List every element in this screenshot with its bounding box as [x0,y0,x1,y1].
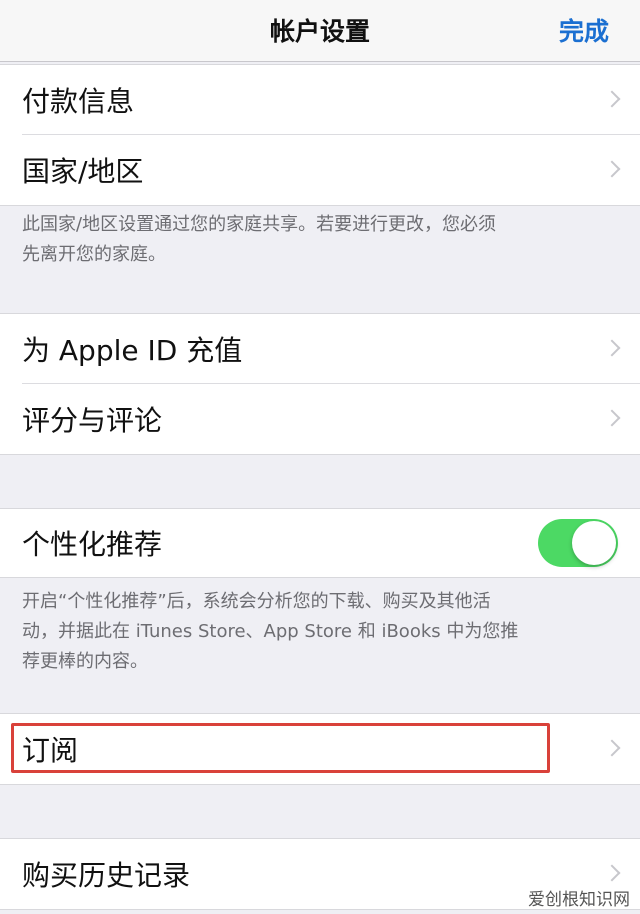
chevron-right-icon [603,90,621,108]
done-button[interactable]: 完成 [559,12,609,48]
chevron-right-icon [603,160,621,178]
toggle-knob [572,521,616,565]
divider [0,454,640,455]
payment-info-label: 付款信息 [22,85,135,118]
note-line: 荐更棒的内容。 [22,651,148,672]
chevron-right-icon [603,339,621,357]
chevron-right-icon [603,739,621,757]
personalized-recommendations-toggle[interactable] [538,519,618,567]
watermark: 爱创根知识网 [528,890,630,910]
apple-id-topup-row[interactable]: 为 Apple ID 充值 [0,314,640,384]
payment-info-row[interactable]: 付款信息 [0,65,640,135]
personalized-recommendations-row: 个性化推荐 [0,509,640,577]
chevron-right-icon [603,864,621,882]
note-line: 动，并据此在 iTunes Store、App Store 和 iBooks 中… [22,621,519,642]
ratings-reviews-row[interactable]: 评分与评论 [0,384,640,454]
page-title: 帐户设置 [269,17,370,46]
note-line: 此国家/地区设置通过您的家庭共享。若要进行更改，您必须 [22,214,497,235]
personalized-note: 开启“个性化推荐”后，系统会分析您的下载、购买及其他活 动，并据此在 iTune… [22,587,618,677]
purchase-history-label: 购买历史记录 [22,859,191,892]
apple-id-topup-label: 为 Apple ID 充值 [22,334,243,367]
highlight-box [11,723,550,773]
personalized-recommendations-label: 个性化推荐 [22,528,163,561]
country-region-row[interactable]: 国家/地区 [0,135,640,205]
note-line: 开启“个性化推荐”后，系统会分析您的下载、购买及其他活 [22,591,491,612]
chevron-right-icon [603,409,621,427]
ratings-reviews-label: 评分与评论 [22,404,163,437]
divider [0,784,640,785]
divider [0,205,640,206]
country-region-label: 国家/地区 [22,155,144,188]
navigation-bar: 帐户设置 完成 [0,0,640,62]
note-line: 先离开您的家庭。 [22,244,166,265]
family-sharing-note: 此国家/地区设置通过您的家庭共享。若要进行更改，您必须 先离开您的家庭。 [22,210,618,270]
divider [0,577,640,578]
